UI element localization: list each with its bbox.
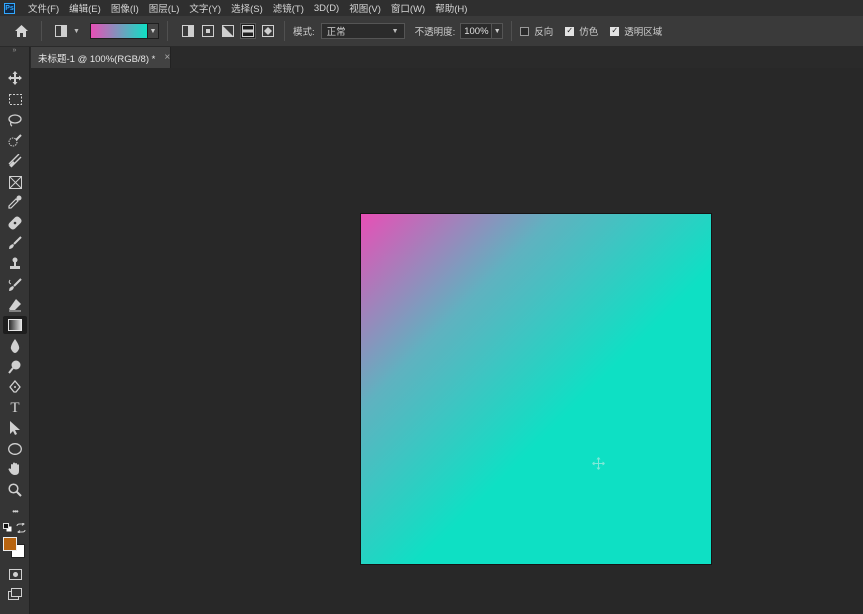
dither-label: 仿色 <box>579 27 599 38</box>
chevron-down-icon[interactable]: ▼ <box>492 23 504 39</box>
crop-tool-icon[interactable] <box>3 152 27 170</box>
home-icon[interactable] <box>9 19 33 43</box>
dither-option[interactable]: ✓ 仿色 <box>565 24 598 38</box>
more-tools-icon[interactable]: ••• <box>3 502 27 520</box>
document-tab-title: 未标题-1 @ 100%(RGB/8) * <box>38 53 156 65</box>
menu-image[interactable]: 图像(I) <box>106 1 144 15</box>
menu-view[interactable]: 视图(V) <box>344 1 386 15</box>
separator <box>283 21 285 41</box>
menu-edit[interactable]: 编辑(E) <box>64 1 106 15</box>
chevron-down-icon[interactable]: ▼ <box>147 23 159 39</box>
gradient-tool-icon[interactable] <box>3 316 27 334</box>
reverse-checkbox[interactable] <box>520 26 530 36</box>
menu-help[interactable]: 帮助(H) <box>430 1 472 15</box>
transparency-checkbox[interactable]: ✓ <box>610 26 620 36</box>
mode-value: 正常 <box>326 27 346 38</box>
menu-filter[interactable]: 滤镜(T) <box>268 1 309 15</box>
default-colors-icon[interactable] <box>3 523 13 533</box>
document-canvas[interactable] <box>360 213 712 565</box>
more-glyph: ••• <box>12 506 18 516</box>
transparency-option[interactable]: ✓ 透明区域 <box>610 24 662 38</box>
collapse-panel-icon[interactable]: » <box>0 47 29 55</box>
chevron-down-icon: ▼ <box>391 27 399 35</box>
menu-bar: Ps 文件(F) 编辑(E) 图像(I) 图层(L) 文字(Y) 选择(S) 滤… <box>0 0 863 16</box>
eraser-tool-icon[interactable] <box>3 296 27 314</box>
diamond-gradient-icon[interactable] <box>260 23 276 39</box>
menu-file[interactable]: 文件(F) <box>23 1 64 15</box>
move-cursor-icon <box>592 457 605 470</box>
reverse-label: 反向 <box>534 27 554 38</box>
clone-stamp-tool-icon[interactable] <box>3 255 27 273</box>
type-tool-glyph: T <box>10 399 20 416</box>
frame-tool-icon[interactable] <box>3 173 27 191</box>
quick-select-tool-icon[interactable] <box>3 132 27 150</box>
lasso-tool-icon[interactable] <box>3 111 27 129</box>
separator <box>511 21 513 41</box>
history-brush-tool-icon[interactable] <box>3 276 27 294</box>
radial-gradient-icon[interactable] <box>200 23 216 39</box>
foreground-color-swatch[interactable] <box>3 537 17 551</box>
tools-panel: » T ••• <box>0 47 30 614</box>
pen-tool-icon[interactable] <box>3 378 27 396</box>
dodge-tool-icon[interactable] <box>3 358 27 376</box>
opacity-label: 不透明度: <box>414 27 456 38</box>
angle-gradient-icon[interactable] <box>220 23 236 39</box>
separator <box>41 21 42 41</box>
brush-tool-icon[interactable] <box>3 234 27 252</box>
document-tab-bar: 未标题-1 @ 100%(RGB/8) * × <box>31 47 863 68</box>
mode-select[interactable]: 正常 ▼ <box>320 23 405 39</box>
menu-window[interactable]: 窗口(W) <box>386 1 430 15</box>
workspace <box>31 68 863 614</box>
separator <box>166 21 168 41</box>
gradient-picker[interactable] <box>89 23 148 39</box>
chevron-down-icon[interactable]: ▼ <box>73 28 80 35</box>
opacity-input[interactable]: 100% <box>460 23 493 39</box>
document-tab[interactable]: 未标题-1 @ 100%(RGB/8) * × <box>31 47 171 68</box>
marquee-tool-icon[interactable] <box>3 90 27 108</box>
move-tool-icon[interactable] <box>3 69 27 87</box>
blur-tool-icon[interactable] <box>3 337 27 355</box>
healing-brush-tool-icon[interactable] <box>3 214 27 232</box>
reverse-option[interactable]: 反向 <box>520 24 553 38</box>
transparency-label: 透明区域 <box>624 27 663 38</box>
path-select-tool-icon[interactable] <box>3 419 27 437</box>
swap-colors-icon[interactable] <box>16 522 26 534</box>
screen-mode-icon[interactable] <box>3 585 27 603</box>
photoshop-logo: Ps <box>4 2 15 14</box>
reflected-gradient-icon[interactable] <box>239 23 256 39</box>
zoom-tool-icon[interactable] <box>3 481 27 499</box>
type-tool-icon[interactable]: T <box>3 399 27 417</box>
linear-gradient-icon[interactable] <box>180 23 196 39</box>
hand-tool-icon[interactable] <box>3 460 27 478</box>
quick-mask-icon[interactable] <box>3 565 27 583</box>
options-bar: ▼ ▼ 模式: 正常 ▼ 不透明度: 100% ▼ 反向 ✓ 仿色 ✓ 透明区域 <box>0 16 863 47</box>
tool-preset-picker-icon[interactable] <box>52 22 70 40</box>
eyedropper-tool-icon[interactable] <box>3 193 27 211</box>
ellipse-tool-icon[interactable] <box>3 440 27 458</box>
menu-layer[interactable]: 图层(L) <box>144 1 185 15</box>
menu-3d[interactable]: 3D(D) <box>309 3 344 14</box>
menu-select[interactable]: 选择(S) <box>226 1 268 15</box>
menu-type[interactable]: 文字(Y) <box>184 1 226 15</box>
mode-label: 模式: <box>292 27 315 38</box>
close-icon[interactable]: × <box>164 52 170 63</box>
dither-checkbox[interactable]: ✓ <box>565 26 575 36</box>
